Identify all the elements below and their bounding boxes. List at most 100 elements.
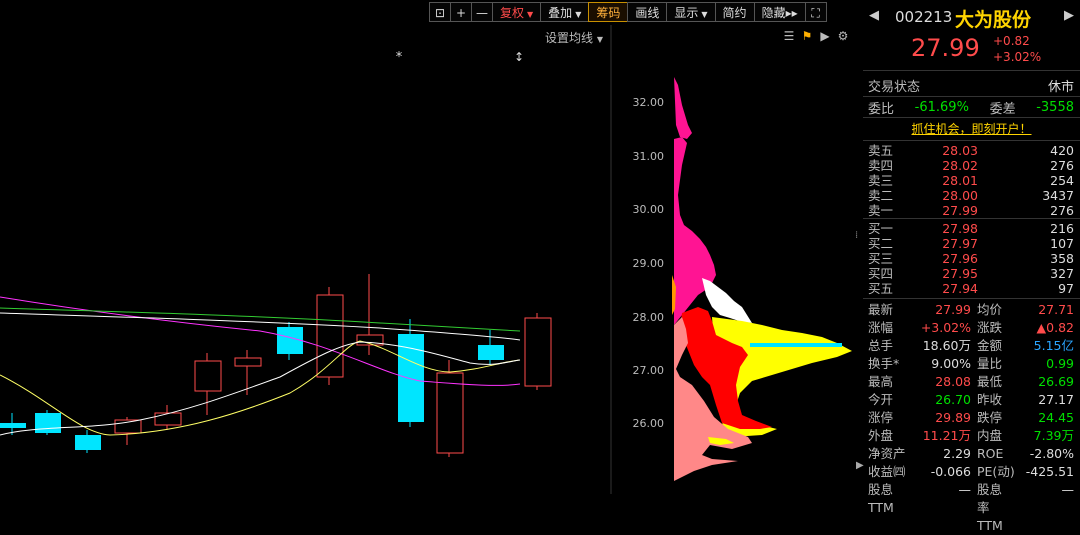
candle-body[interactable] — [524, 317, 552, 387]
weibi-label: 委比 — [868, 101, 895, 117]
quote-label: 净资产 — [868, 446, 906, 461]
quote-value: 2.29 — [943, 446, 971, 461]
display-dropdown[interactable]: 显示 ▼ — [666, 2, 716, 22]
candle-body[interactable] — [436, 372, 464, 454]
overlay-label: 叠加 — [548, 6, 573, 20]
simple-mode-button[interactable]: 简约 — [714, 2, 755, 22]
fuquan-label: 复权 — [500, 6, 525, 20]
bid-row[interactable]: 买五 27.94 97 — [863, 281, 1080, 296]
weibi-value: -61.69% — [914, 99, 969, 115]
quote-label: 涨跌 — [977, 320, 1003, 335]
quote-label: 最低 — [977, 374, 1003, 389]
chip-distribution-chart[interactable]: 32.00 31.00 30.00 29.00 28.00 27.00 26.00 — [612, 25, 862, 494]
chevron-down-icon: ▼ — [575, 10, 582, 19]
ask-volume: 420 — [1050, 143, 1074, 158]
draw-line-button[interactable]: 画线 — [627, 2, 668, 22]
zoom-out-button[interactable]: — — [471, 2, 493, 22]
bid-level-label: 买四 — [868, 266, 894, 281]
weicha-value: -3558 — [1036, 99, 1074, 115]
bid-level-label: 买一 — [868, 221, 894, 236]
quote-label: 股息率TTM — [977, 482, 1003, 533]
candle-body[interactable] — [75, 435, 101, 450]
trade-state-label: 交易状态 — [868, 79, 921, 95]
quote-panel: ◀ 002213 大为股份 ▶ 27.99 +0.82 +3.02% 交易状态 … — [863, 0, 1080, 533]
candle-body[interactable] — [398, 334, 424, 422]
change-percent: +3.02% — [993, 50, 1042, 64]
next-stock-icon[interactable]: ▶ — [1064, 8, 1074, 23]
ask-row[interactable]: 卖四 28.02 276 — [863, 158, 1080, 173]
candle-body[interactable] — [35, 413, 61, 433]
bid-row[interactable]: 买一 27.98 216 — [863, 221, 1080, 236]
lock-icon[interactable]: ⊡ — [429, 2, 451, 22]
candle-body[interactable] — [194, 360, 222, 392]
quote-label: 跌停 — [977, 410, 1003, 425]
quote-label: 涨幅 — [868, 320, 894, 335]
candle-body[interactable] — [277, 327, 303, 354]
quote-value: 29.89 — [935, 410, 971, 425]
price-tick-label: 32.00 — [633, 96, 665, 109]
ask-row[interactable]: 卖三 28.01 254 — [863, 173, 1080, 188]
kline-chart[interactable]: * ↕ — [0, 25, 612, 494]
quote-row: 涨幅 +3.02% 涨跌 ▲0.82 — [863, 319, 1080, 337]
ask-price: 28.01 — [942, 173, 978, 188]
quote-row: 今开 26.70 昨收 27.17 — [863, 391, 1080, 409]
quote-value: +3.02% — [920, 320, 971, 335]
previous-stock-icon[interactable]: ◀ — [869, 8, 879, 23]
ask-book: 卖五 28.03 420 卖四 28.02 276 卖三 28.01 254 卖二 28.00 343… — [863, 141, 1080, 219]
candle-body[interactable] — [316, 294, 344, 378]
stock-code: 002213 — [895, 8, 953, 26]
splitter-handle[interactable]: ⁞ — [855, 230, 858, 241]
stock-name: 大为股份 — [955, 9, 1032, 31]
ask-level-label: 卖五 — [868, 143, 894, 158]
quote-label: ROE — [977, 446, 1004, 461]
overlay-dropdown[interactable]: 叠加 ▼ — [540, 2, 590, 22]
ask-row[interactable]: 卖一 27.99 276 — [863, 203, 1080, 218]
hide-label: 隐藏 — [761, 6, 786, 20]
bid-row[interactable]: 买二 27.97 107 — [863, 236, 1080, 251]
event-marker-star[interactable]: * — [396, 50, 403, 65]
candle-body[interactable] — [234, 357, 262, 367]
change-block: +0.82 +3.02% — [993, 33, 1041, 65]
quote-value: 27.17 — [1038, 392, 1074, 407]
candle-body[interactable] — [0, 423, 26, 428]
quote-row: 最新 27.99 均价 27.71 — [863, 301, 1080, 319]
chip-shapes — [672, 77, 852, 481]
ask-level-label: 卖三 — [868, 173, 894, 188]
quote-value: 11.21万 — [922, 428, 971, 443]
quote-label: 总手 — [868, 338, 894, 353]
chip-button[interactable]: 筹码 — [588, 2, 629, 22]
quote-value: 27.99 — [935, 302, 971, 317]
ad-link[interactable]: 抓住机会，即刻开户！ — [911, 122, 1031, 136]
bid-price: 27.94 — [942, 281, 978, 296]
bid-level-label: 买三 — [868, 251, 894, 266]
price-tick-label: 30.00 — [633, 203, 665, 216]
ask-row[interactable]: 卖二 28.00 3437 — [863, 188, 1080, 203]
quote-row: 外盘 11.21万 内盘 7.39万 — [863, 427, 1080, 445]
zoom-in-button[interactable]: + — [450, 2, 472, 22]
hide-button[interactable]: 隐藏▸▸ — [753, 2, 806, 22]
quote-row: 净资产 2.29 ROE -2.80% — [863, 445, 1080, 463]
event-marker-arrow[interactable]: ↕ — [514, 50, 524, 64]
quote-value: — — [958, 482, 972, 497]
quote-label: 今开 — [868, 392, 894, 407]
fullscreen-icon[interactable]: ⛶ — [804, 2, 827, 22]
ask-row[interactable]: 卖五 28.03 420 — [863, 143, 1080, 158]
candle-body[interactable] — [154, 412, 182, 426]
chart-toolbar: ⊡ + — 复权 ▼ 叠加 ▼ 筹码 画线 显示 ▼ 简约 隐藏▸▸ ⛶ — [429, 2, 827, 24]
price-tick-label: 29.00 — [633, 257, 665, 270]
ask-volume: 276 — [1050, 203, 1074, 218]
bid-volume: 327 — [1050, 266, 1074, 281]
bid-volume: 358 — [1050, 251, 1074, 266]
fuquan-dropdown[interactable]: 复权 ▼ — [492, 2, 542, 22]
quote-value: 7.39万 — [1033, 428, 1074, 443]
bid-row[interactable]: 买四 27.95 327 — [863, 266, 1080, 281]
quote-label: 量比 — [977, 356, 1003, 371]
bid-price: 27.96 — [942, 251, 978, 266]
candle-body[interactable] — [478, 345, 504, 360]
bid-row[interactable]: 买三 27.96 358 — [863, 251, 1080, 266]
ask-volume: 276 — [1050, 158, 1074, 173]
candles-group — [0, 274, 552, 457]
quote-row: 总手 18.60万 金额 5.15亿 — [863, 337, 1080, 355]
ad-banner[interactable]: 抓住机会，即刻开户！ — [863, 118, 1080, 141]
bid-price: 27.95 — [942, 266, 978, 281]
